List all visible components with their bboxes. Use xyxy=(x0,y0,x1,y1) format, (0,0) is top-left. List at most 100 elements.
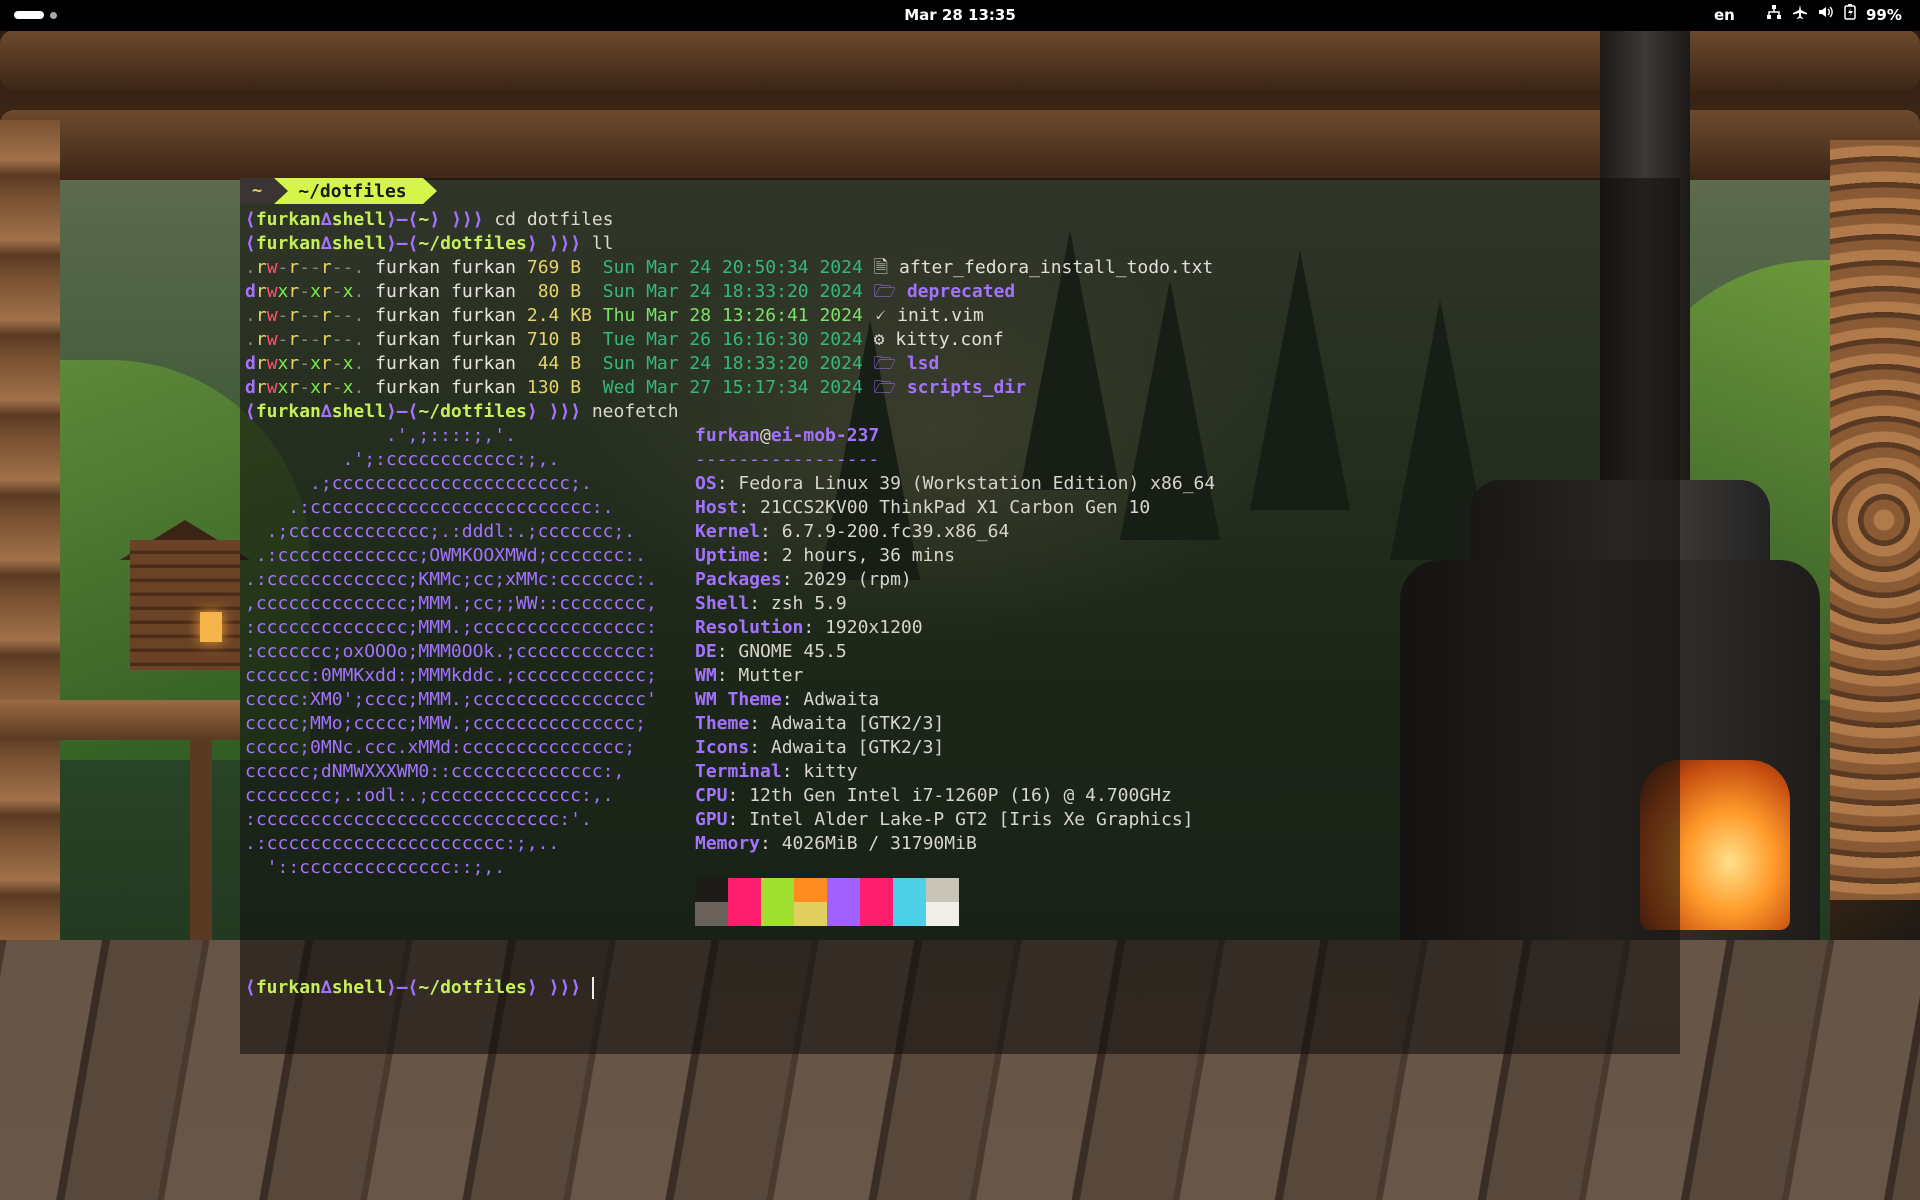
field-key: DE xyxy=(695,641,717,662)
top-bar: Mar 28 13:35 en 99% xyxy=(0,0,1920,31)
field-value: 12th Gen Intel i7-1260P (16) @ 4.700GHz xyxy=(749,785,1172,806)
prompt-arrows: ⟩⟩⟩ xyxy=(548,977,581,998)
color-swatch xyxy=(926,878,959,926)
field-value: zsh 5.9 xyxy=(770,593,847,614)
logo-line: ,cccccccccccccc;MMM.;cc;;WW::cccccccc, xyxy=(245,593,657,614)
field-key: Kernel xyxy=(695,521,761,542)
field-value: 1920x1200 xyxy=(825,617,923,638)
logo-line: .';:cccccccccccc:;,. xyxy=(245,449,560,470)
logo-line: ccccc;MMo;ccccc;MMW.;ccccccccccccccc; xyxy=(245,713,646,734)
airplane-mode-icon[interactable] xyxy=(1792,4,1808,26)
neofetch-separator: ----------------- xyxy=(695,449,880,470)
listing-row: drwxr-xr-x. furkan furkan 130 B Wed Mar … xyxy=(245,376,1026,400)
file-type: . xyxy=(245,257,256,278)
clock[interactable]: Mar 28 13:35 xyxy=(904,6,1016,24)
prompt-user: furkan xyxy=(255,401,321,422)
file-type: . xyxy=(245,305,256,326)
field-value: Adwaita [GTK2/3] xyxy=(770,713,945,734)
prompt-line: ⟨furkan∆shell⟩—⟨~/dotfiles⟩ ⟩⟩⟩ ll xyxy=(245,232,614,256)
logo-line: cccccccc;.:odl:.;cccccccccccccc:,. xyxy=(245,785,614,806)
color-swatch xyxy=(860,878,893,926)
prompt-bracket: ⟨ xyxy=(245,233,256,254)
keyboard-layout-indicator[interactable]: en xyxy=(1714,6,1735,24)
logo-line: cccccc;dNMWXXXWM0::cccccccccccccc:, xyxy=(245,761,625,782)
file-owner: furkan furkan xyxy=(375,329,517,350)
command-text: ll xyxy=(591,233,614,254)
file-owner: furkan furkan xyxy=(375,257,517,278)
neofetch-field: Terminal: kitty xyxy=(695,761,858,782)
wallpaper-cabin-window xyxy=(200,612,222,642)
listing-row: drwxr-xr-x. furkan furkan 80 B Sun Mar 2… xyxy=(245,280,1015,304)
file-owner: furkan furkan xyxy=(375,281,517,302)
volume-icon[interactable] xyxy=(1818,4,1834,26)
prompt-bracket: ⟩ xyxy=(526,977,538,998)
file-size: 80 B xyxy=(526,281,592,302)
wallpaper-table xyxy=(0,700,240,740)
tab-home[interactable]: ~ xyxy=(240,178,289,204)
field-key: Memory xyxy=(695,833,761,854)
neofetch-field: Packages: 2029 (rpm) xyxy=(695,569,912,590)
prompt-arrows: ⟩⟩⟩ xyxy=(450,209,484,230)
prompt-arrows: ⟩⟩⟩ xyxy=(548,233,581,254)
logo-line: .:ccccccccccccc;KMMc;cc;xMMc:ccccccc:. xyxy=(245,569,657,590)
neofetch-field: DE: GNOME 45.5 xyxy=(695,641,847,662)
neofetch-field: Shell: zsh 5.9 xyxy=(695,593,847,614)
logo-line: .',;::::;,'. xyxy=(245,425,516,446)
text-cursor xyxy=(591,977,594,999)
activities-button[interactable] xyxy=(14,11,57,19)
prompt-host: shell xyxy=(331,209,386,230)
prompt-host: shell xyxy=(331,401,386,422)
logo-line: .:cccccccccccccccccccccccccc:. xyxy=(245,497,614,518)
neofetch-field: Uptime: 2 hours, 36 mins xyxy=(695,545,956,566)
command-text: neofetch xyxy=(591,401,679,422)
prompt-delta: ∆ xyxy=(320,233,332,254)
file-icon: 🗸 xyxy=(873,305,887,326)
file-size: 710 B xyxy=(526,329,592,350)
field-key: Theme xyxy=(695,713,750,734)
neofetch-host: ei-mob-237 xyxy=(770,425,880,446)
battery-icon[interactable] xyxy=(1844,4,1856,26)
neofetch-field: GPU: Intel Alder Lake-P GT2 [Iris Xe Gra… xyxy=(695,809,1194,830)
prompt-arrows: ⟩⟩⟩ xyxy=(548,401,581,422)
listing-row: drwxr-xr-x. furkan furkan 44 B Sun Mar 2… xyxy=(245,352,939,376)
color-swatch xyxy=(893,878,926,926)
prompt-bracket: ⟩ xyxy=(429,209,441,230)
prompt-user: furkan xyxy=(255,977,321,998)
battery-percentage[interactable]: 99% xyxy=(1866,6,1902,24)
prompt-separator: ⟩—⟨ xyxy=(385,977,419,998)
file-name: after_fedora_install_todo.txt xyxy=(899,257,1214,278)
neofetch-field: CPU: 12th Gen Intel i7-1260P (16) @ 4.70… xyxy=(695,785,1172,806)
color-swatch xyxy=(761,878,794,926)
prompt-host: shell xyxy=(331,233,386,254)
file-type: . xyxy=(245,329,256,350)
neofetch-title: furkan@ei-mob-237 xyxy=(695,424,879,448)
folder-icon: 🗁 xyxy=(873,377,896,398)
file-permissions: rwxr-xr-x. xyxy=(255,377,365,398)
prompt-delta: ∆ xyxy=(320,401,332,422)
file-owner: furkan furkan xyxy=(375,377,517,398)
logo-line: .:cccccccccccccccccccccc:;,.. xyxy=(245,833,560,854)
file-date: Thu Mar 28 13:26:41 2024 xyxy=(602,305,863,326)
prompt-user: furkan xyxy=(255,233,321,254)
listing-row: .rw-r--r--. furkan furkan 769 B Sun Mar … xyxy=(245,256,1213,280)
system-tray[interactable]: 99% xyxy=(1766,4,1902,26)
prompt-line: ⟨furkan∆shell⟩—⟨~⟩ ⟩⟩⟩ cd dotfiles xyxy=(245,208,614,232)
prompt-delta: ∆ xyxy=(320,977,332,998)
file-date: Sun Mar 24 20:50:34 2024 xyxy=(602,257,863,278)
prompt-separator: ⟩—⟨ xyxy=(385,233,419,254)
network-icon[interactable] xyxy=(1766,4,1782,26)
tab-dotfiles[interactable]: ~/dotfiles xyxy=(274,178,438,204)
field-value: 21CCS2KV00 ThinkPad X1 Carbon Gen 10 xyxy=(760,497,1151,518)
file-date: Sun Mar 24 18:33:20 2024 xyxy=(602,353,863,374)
file-type: d xyxy=(245,377,256,398)
prompt-separator: ⟩—⟨ xyxy=(385,401,419,422)
listing-row: .rw-r--r--. furkan furkan 2.4 KB Thu Mar… xyxy=(245,304,984,328)
folder-icon: 🗁 xyxy=(873,353,896,374)
color-swatch xyxy=(794,878,827,926)
field-key: Resolution xyxy=(695,617,804,638)
logo-line: :ccccccc;oxOOOo;MMM0OOk.;cccccccccccc: xyxy=(245,641,657,662)
field-key: Packages xyxy=(695,569,782,590)
prompt-line-active[interactable]: ⟨furkan∆shell⟩—⟨~/dotfiles⟩ ⟩⟩⟩ xyxy=(245,976,594,1000)
file-owner: furkan furkan xyxy=(375,353,517,374)
file-permissions: rw-r--r--. xyxy=(255,257,365,278)
